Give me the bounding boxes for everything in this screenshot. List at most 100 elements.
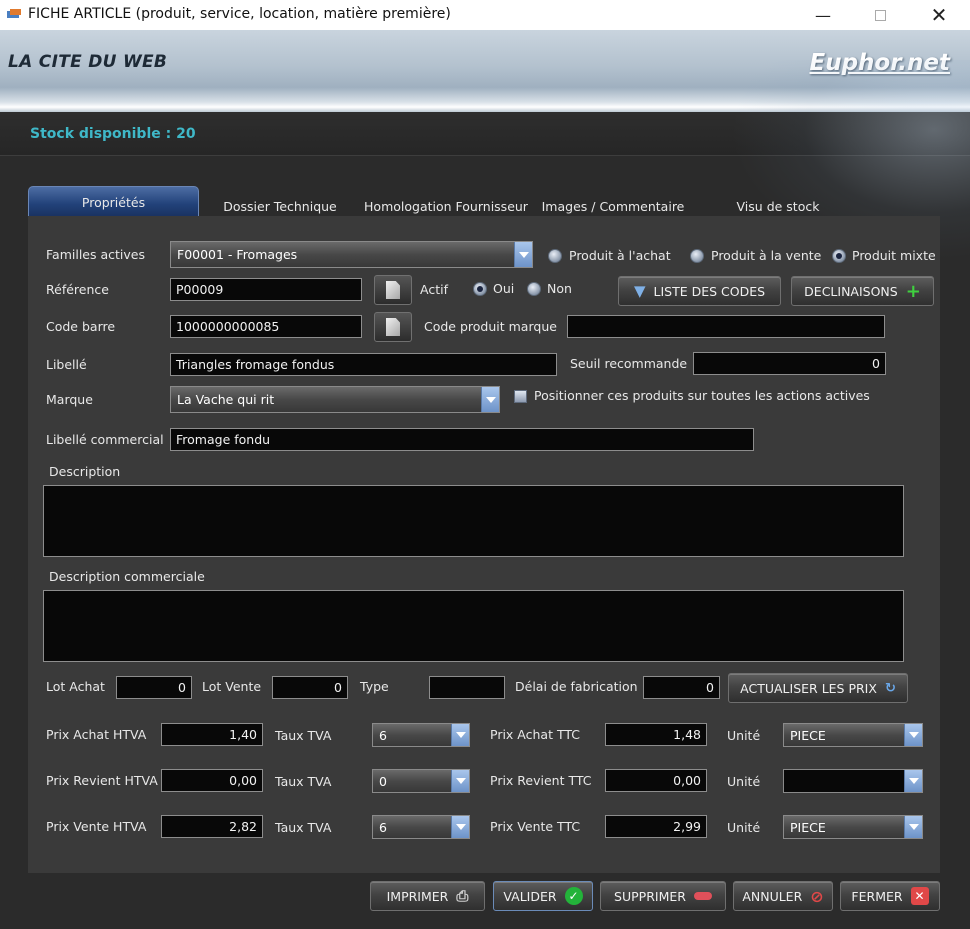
prix-achat-ttc-field[interactable]: 1,48 bbox=[605, 723, 707, 746]
actif-non-label: Non bbox=[547, 281, 572, 296]
document-button-2[interactable] bbox=[374, 312, 412, 342]
valider-button[interactable]: VALIDER ✓ bbox=[493, 881, 593, 911]
document-icon bbox=[386, 281, 400, 299]
refresh-icon: ↻ bbox=[884, 680, 896, 696]
code-produit-marque-label: Code produit marque bbox=[424, 319, 557, 334]
positionner-checkbox[interactable] bbox=[514, 390, 527, 403]
delai-label: Délai de fabrication bbox=[515, 679, 638, 694]
declinaisons-button[interactable]: DECLINAISONS + bbox=[791, 276, 934, 306]
supprimer-button[interactable]: SUPPRIMER bbox=[600, 881, 726, 911]
libelle-commercial-label: Libellé commercial bbox=[46, 432, 164, 447]
radio-actif-non[interactable] bbox=[527, 282, 541, 296]
libelle-label: Libellé bbox=[46, 357, 87, 372]
prix-achat-ttc-label: Prix Achat TTC bbox=[490, 727, 581, 742]
document-button[interactable] bbox=[374, 275, 412, 305]
chevron-down-icon bbox=[514, 242, 532, 267]
check-icon: ✓ bbox=[564, 887, 583, 905]
lot-achat-label: Lot Achat bbox=[46, 679, 105, 694]
liste-codes-button[interactable]: ▼ LISTE DES CODES bbox=[618, 276, 781, 306]
minimize-icon[interactable]: — bbox=[800, 0, 846, 30]
lot-achat-field[interactable]: 0 bbox=[116, 676, 192, 699]
description-commerciale-textarea[interactable] bbox=[43, 590, 904, 662]
reference-field[interactable]: P00009 bbox=[170, 278, 362, 301]
taux-tva-label: Taux TVA bbox=[275, 728, 332, 743]
radio-produit-achat[interactable] bbox=[548, 249, 562, 263]
unite-revient-select[interactable] bbox=[783, 769, 923, 793]
prix-revient-ttc-label: Prix Revient TTC bbox=[490, 773, 592, 788]
reference-label: Référence bbox=[46, 282, 109, 297]
maximize-icon[interactable] bbox=[857, 0, 903, 30]
brand-logo[interactable]: Euphor.net bbox=[810, 50, 951, 76]
prix-vente-htva-field[interactable]: 2,82 bbox=[161, 815, 263, 838]
produit-mixte-label: Produit mixte bbox=[852, 248, 936, 263]
prix-vente-ttc-field[interactable]: 2,99 bbox=[605, 815, 707, 838]
unite-label: Unité bbox=[727, 820, 761, 835]
prix-achat-htva-label: Prix Achat HTVA bbox=[46, 727, 147, 742]
code-barre-label: Code barre bbox=[46, 319, 116, 334]
document-icon bbox=[386, 318, 400, 336]
marque-select[interactable]: La Vache qui rit bbox=[170, 386, 500, 413]
type-label: Type bbox=[360, 679, 389, 694]
prix-revient-htva-label: Prix Revient HTVA bbox=[46, 773, 158, 788]
printer-icon: ⎙ bbox=[456, 887, 469, 905]
actif-label: Actif bbox=[420, 282, 448, 297]
unite-achat-select[interactable]: PIECE bbox=[783, 723, 923, 747]
code-barre-field[interactable]: 1000000000085 bbox=[170, 315, 362, 338]
actif-oui-label: Oui bbox=[493, 281, 515, 296]
familles-select[interactable]: F00001 - Fromages bbox=[170, 241, 533, 268]
familles-value: F00001 - Fromages bbox=[177, 247, 298, 262]
taux-tva-vente-select[interactable]: 6 bbox=[372, 815, 470, 839]
prix-revient-htva-field[interactable]: 0,00 bbox=[161, 769, 263, 792]
chevron-down-icon bbox=[451, 770, 469, 792]
prix-vente-htva-label: Prix Vente HTVA bbox=[46, 819, 147, 834]
unite-label: Unité bbox=[727, 728, 761, 743]
taux-tva-label: Taux TVA bbox=[275, 820, 332, 835]
chevron-down-icon bbox=[451, 724, 469, 746]
delai-field[interactable]: 0 bbox=[643, 676, 720, 699]
title-bar: FICHE ARTICLE (produit, service, locatio… bbox=[0, 0, 970, 30]
window-title: FICHE ARTICLE (produit, service, locatio… bbox=[28, 6, 451, 22]
close-icon: ✕ bbox=[910, 887, 929, 905]
seuil-label: Seuil recommande bbox=[570, 356, 688, 371]
app-icon bbox=[6, 8, 22, 20]
actualiser-prix-button[interactable]: ACTUALISER LES PRIX ↻ bbox=[728, 673, 908, 703]
prix-vente-ttc-label: Prix Vente TTC bbox=[490, 819, 581, 834]
filter-icon: ▼ bbox=[633, 282, 646, 300]
annuler-button[interactable]: ANNULER ⊘ bbox=[733, 881, 833, 911]
chevron-down-icon bbox=[904, 724, 922, 746]
type-field[interactable] bbox=[429, 676, 505, 699]
banner: LA CITE DU WEB Euphor.net bbox=[0, 30, 970, 112]
company-name: LA CITE DU WEB bbox=[8, 52, 168, 72]
imprimer-button[interactable]: IMPRIMER ⎙ bbox=[370, 881, 485, 911]
libelle-commercial-field[interactable]: Fromage fondu bbox=[170, 428, 754, 451]
seuil-field[interactable]: 0 bbox=[693, 352, 886, 375]
taux-tva-achat-select[interactable]: 6 bbox=[372, 723, 470, 747]
produit-achat-label: Produit à l'achat bbox=[569, 248, 671, 263]
radio-produit-vente[interactable] bbox=[690, 249, 704, 263]
code-produit-marque-field[interactable] bbox=[567, 315, 885, 338]
close-icon[interactable]: ✕ bbox=[916, 0, 962, 30]
libelle-field[interactable]: Triangles fromage fondus bbox=[170, 353, 557, 376]
description-textarea[interactable] bbox=[43, 485, 904, 557]
marque-label: Marque bbox=[46, 392, 93, 407]
positionner-label: Positionner ces produits sur toutes les … bbox=[534, 388, 870, 403]
fermer-button[interactable]: FERMER ✕ bbox=[840, 881, 940, 911]
lot-vente-label: Lot Vente bbox=[202, 679, 262, 694]
marque-value: La Vache qui rit bbox=[177, 392, 275, 407]
description-label: Description bbox=[49, 464, 121, 479]
prix-achat-htva-field[interactable]: 1,40 bbox=[161, 723, 263, 746]
minus-icon bbox=[693, 892, 712, 900]
radio-actif-oui[interactable] bbox=[473, 282, 487, 296]
tab-proprietes[interactable]: Propriétés bbox=[28, 186, 199, 218]
lot-vente-field[interactable]: 0 bbox=[272, 676, 348, 699]
taux-tva-revient-select[interactable]: 0 bbox=[372, 769, 470, 793]
taux-tva-label: Taux TVA bbox=[275, 774, 332, 789]
chevron-down-icon bbox=[481, 387, 499, 412]
unite-vente-select[interactable]: PIECE bbox=[783, 815, 923, 839]
prix-revient-ttc-field[interactable]: 0,00 bbox=[605, 769, 707, 792]
unite-label: Unité bbox=[727, 774, 761, 789]
plus-icon: + bbox=[905, 280, 921, 302]
chevron-down-icon bbox=[904, 770, 922, 792]
radio-produit-mixte[interactable] bbox=[832, 249, 846, 263]
chevron-down-icon bbox=[904, 816, 922, 838]
